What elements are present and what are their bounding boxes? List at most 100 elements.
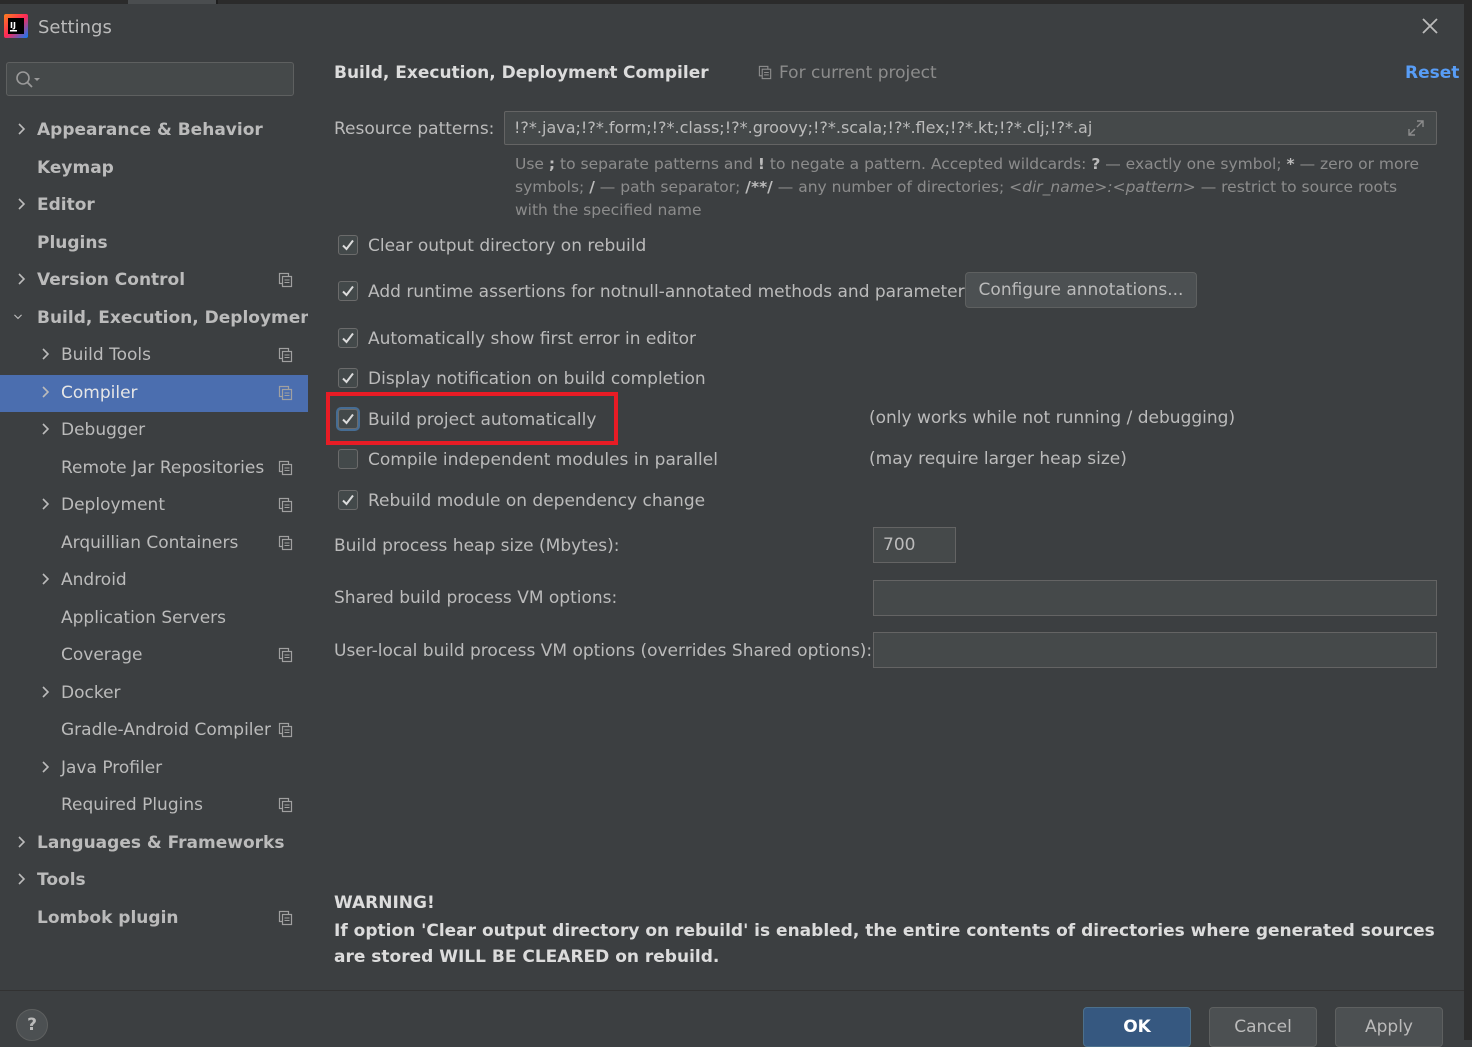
reset-link[interactable]: Reset xyxy=(1405,63,1459,83)
chevron-right-icon[interactable] xyxy=(40,572,50,586)
compile-parallel-checkbox[interactable] xyxy=(338,449,358,469)
sidebar-item-java-profiler[interactable]: Java Profiler xyxy=(0,750,308,787)
checkmark-icon xyxy=(342,494,354,506)
sidebar-item-label: Arquillian Containers xyxy=(61,532,239,553)
sidebar-item-label: Debugger xyxy=(61,420,146,440)
cancel-button[interactable]: Cancel xyxy=(1209,1007,1317,1047)
sidebar-item-languages-frameworks[interactable]: Languages & Frameworks xyxy=(0,825,308,862)
project-scope-icon xyxy=(278,497,293,513)
sidebar-item-docker[interactable]: Docker xyxy=(0,675,308,712)
window-edge xyxy=(1464,0,1472,1040)
sidebar-item-label: Keymap xyxy=(37,157,114,178)
chevron-right-icon[interactable] xyxy=(40,385,50,399)
sidebar-item-android[interactable]: Android xyxy=(0,562,308,599)
intellij-logo-icon: IJ xyxy=(4,14,28,38)
close-icon[interactable] xyxy=(1418,14,1442,38)
project-scope-icon xyxy=(278,272,293,288)
window-title: Settings xyxy=(38,17,112,38)
sidebar-item-tools[interactable]: Tools xyxy=(0,862,308,899)
sidebar-item-coverage[interactable]: Coverage xyxy=(0,637,308,674)
chevron-right-icon[interactable] xyxy=(16,197,26,211)
hint-fragment: to separate patterns and xyxy=(555,155,758,173)
sidebar-item-required-plugins[interactable]: Required Plugins xyxy=(0,787,308,824)
sidebar-item-lombok-plugin[interactable]: Lombok plugin xyxy=(0,900,308,937)
sidebar-item-deployment[interactable]: Deployment xyxy=(0,487,308,524)
project-scope-icon xyxy=(278,910,293,925)
sidebar-item-version-control[interactable]: Version Control xyxy=(0,262,308,299)
sidebar-item-label: Remote Jar Repositories xyxy=(61,457,265,478)
project-scope-icon xyxy=(278,347,293,363)
sidebar-item-label: Coverage xyxy=(61,645,143,665)
sidebar-item-label: Tools xyxy=(37,870,86,890)
chevron-right-icon[interactable] xyxy=(16,872,26,886)
apply-button[interactable]: Apply xyxy=(1335,1007,1443,1047)
settings-search-input[interactable] xyxy=(6,62,294,96)
chevron-right-icon[interactable] xyxy=(40,497,50,511)
configure-annotations-button[interactable]: Configure annotations... xyxy=(965,272,1197,308)
title-bar xyxy=(0,0,1472,48)
hint-fragment: <dir_name>:<pattern> xyxy=(1009,178,1196,196)
rebuild-dependency-label: Rebuild module on dependency change xyxy=(368,491,706,511)
checkmark-icon xyxy=(342,239,354,251)
sidebar-item-label: Lombok plugin xyxy=(37,907,179,928)
rebuild-dependency-checkbox[interactable] xyxy=(338,490,358,510)
hint-fragment: — any number of directories; xyxy=(772,178,1010,196)
sidebar-item-compiler[interactable]: Compiler xyxy=(0,374,308,412)
project-scope-icon xyxy=(278,797,293,813)
chevron-right-icon[interactable] xyxy=(16,122,26,136)
sidebar-item-application-servers[interactable]: Application Servers xyxy=(0,600,308,637)
sidebar-item-remote-jar-repositories[interactable]: Remote Jar Repositories xyxy=(0,450,308,487)
clear-output-checkbox[interactable] xyxy=(338,235,358,255)
chevron-right-icon[interactable] xyxy=(40,685,50,699)
sidebar-item-label: Gradle-Android Compiler xyxy=(61,720,271,740)
chevron-right-icon[interactable] xyxy=(40,422,50,436)
runtime-assertions-checkbox[interactable] xyxy=(338,281,358,301)
chevron-down-icon[interactable] xyxy=(13,310,23,324)
local-vm-options-input[interactable] xyxy=(873,632,1437,668)
sidebar-item-build-execution-deployment[interactable]: Build, Execution, Deployment xyxy=(0,300,321,337)
sidebar-item-label: Appearance & Behavior xyxy=(37,120,263,140)
resource-patterns-input[interactable]: !?*.java;!?*.form;!?*.class;!?*.groovy;!… xyxy=(504,111,1437,145)
checkmark-icon xyxy=(342,332,354,344)
checkmark-icon xyxy=(342,285,354,297)
sidebar-item-arquillian-containers[interactable]: Arquillian Containers xyxy=(0,525,308,562)
sidebar-item-appearance-behavior[interactable]: Appearance & Behavior xyxy=(0,112,308,149)
warning-title: WARNING! xyxy=(334,893,435,913)
project-scope-icon xyxy=(758,65,772,80)
ok-button[interactable]: OK xyxy=(1083,1007,1191,1047)
help-button[interactable]: ? xyxy=(16,1009,48,1041)
sidebar-item-label: Compiler xyxy=(61,382,138,403)
sidebar-item-editor[interactable]: Editor xyxy=(0,187,308,224)
chevron-right-icon[interactable] xyxy=(40,760,50,774)
hint-fragment: * xyxy=(1286,155,1295,173)
hint-fragment: Use xyxy=(515,155,549,173)
chevron-right-icon[interactable] xyxy=(16,272,26,286)
display-notification-checkbox[interactable] xyxy=(338,368,358,388)
sidebar-item-plugins[interactable]: Plugins xyxy=(0,225,308,262)
sidebar-item-debugger[interactable]: Debugger xyxy=(0,412,308,449)
resource-patterns-label: Resource patterns: xyxy=(334,119,495,139)
sidebar-item-label: Build, Execution, Deployment xyxy=(37,307,321,328)
breadcrumb-parent[interactable]: Build, Execution, Deployment xyxy=(334,63,618,83)
shared-vm-options-input[interactable] xyxy=(873,580,1437,616)
expand-icon[interactable] xyxy=(1406,118,1426,138)
heap-size-label: Build process heap size (Mbytes): xyxy=(334,536,620,556)
clear-output-label: Clear output directory on rebuild xyxy=(368,236,647,256)
sidebar-item-build-tools[interactable]: Build Tools xyxy=(0,337,308,374)
sidebar-item-label: Docker xyxy=(61,682,121,703)
project-scope-icon xyxy=(278,535,293,550)
project-scope-icon xyxy=(278,647,293,663)
warning-body: If option 'Clear output directory on reb… xyxy=(334,921,1435,967)
scope-label: For current project xyxy=(779,63,937,83)
sidebar-item-keymap[interactable]: Keymap xyxy=(0,150,308,187)
sidebar-item-label: Application Servers xyxy=(61,607,226,628)
sidebar-item-label: Android xyxy=(61,570,127,590)
chevron-right-icon[interactable] xyxy=(16,835,26,849)
sidebar-item-gradle-android-compiler[interactable]: Gradle-Android Compiler xyxy=(0,712,308,749)
hint-fragment: — path separator; xyxy=(594,178,746,196)
show-first-error-checkbox[interactable] xyxy=(338,328,358,348)
search-field[interactable] xyxy=(45,67,289,93)
heap-size-input[interactable]: 700 xyxy=(873,527,956,563)
hint-fragment: ? xyxy=(1091,155,1101,173)
chevron-right-icon[interactable] xyxy=(40,347,50,361)
